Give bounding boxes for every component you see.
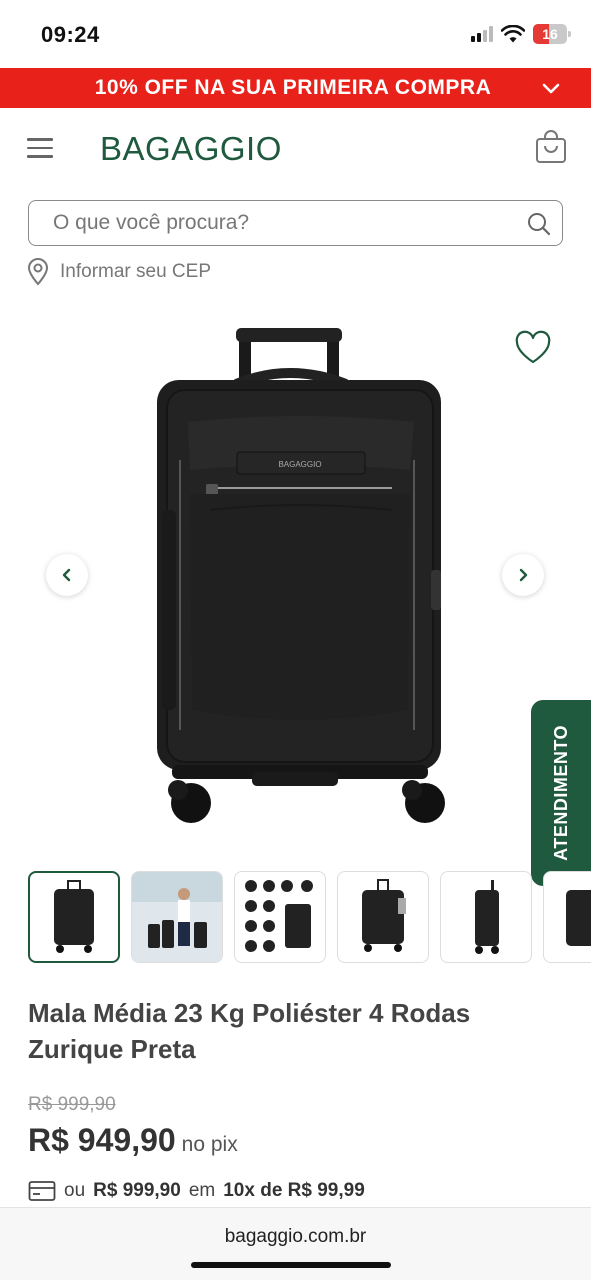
status-bar: 09:24 16: [0, 0, 591, 68]
price-row: R$ 949,90 no pix: [28, 1122, 238, 1159]
battery-icon: 16: [533, 24, 571, 44]
product-title: Mala Média 23 Kg Poliéster 4 Rodas Zuriq…: [28, 998, 471, 1064]
shopping-bag-icon[interactable]: [535, 130, 567, 164]
credit-card-icon: [28, 1181, 56, 1201]
thumbnail-2[interactable]: [131, 871, 223, 963]
logo[interactable]: BAGAGGIO: [100, 130, 282, 168]
installment-prefix: ou: [64, 1180, 86, 1201]
browser-url-bar[interactable]: bagaggio.com.br: [0, 1207, 591, 1280]
chevron-left-icon: [62, 568, 71, 582]
pix-price: R$ 949,90: [28, 1122, 176, 1158]
promo-text: 10% OFF NA SUA PRIMEIRA COMPRA: [94, 76, 492, 99]
wifi-icon: [501, 25, 525, 43]
support-tab[interactable]: ATENDIMENTO: [531, 700, 591, 886]
luggage-brand-tag: BAGAGGIO: [278, 460, 321, 469]
status-time: 09:24: [41, 22, 100, 47]
heart-icon[interactable]: [514, 330, 552, 366]
support-label: ATENDIMENTO: [550, 725, 571, 861]
url-text: bagaggio.com.br: [224, 1226, 367, 1247]
site-header: BAGAGGIO: [0, 108, 591, 190]
promo-banner[interactable]: 10% OFF NA SUA PRIMEIRA COMPRA: [0, 68, 591, 108]
signal-icon: [471, 26, 493, 42]
search-icon[interactable]: [526, 211, 552, 237]
chevron-down-icon[interactable]: [541, 78, 561, 98]
menu-icon[interactable]: [27, 138, 53, 158]
gallery-prev-button[interactable]: [46, 554, 88, 596]
search-bar: [28, 200, 563, 246]
cep-link[interactable]: Informar seu CEP: [26, 258, 211, 286]
thumbnail-4[interactable]: [337, 871, 429, 963]
installment-total: R$ 999,90: [93, 1180, 181, 1201]
old-price: R$ 999,90: [28, 1094, 116, 1115]
cep-label: Informar seu CEP: [60, 261, 211, 282]
search-input[interactable]: [53, 210, 503, 236]
pix-label: no pix: [181, 1133, 238, 1156]
installment-info: ou R$ 999,90 em 10x de R$ 99,99: [28, 1180, 365, 1202]
thumbnail-6[interactable]: [543, 871, 591, 963]
thumbnail-1[interactable]: [28, 871, 120, 963]
home-indicator: [191, 1262, 391, 1268]
battery-level: 16: [542, 26, 558, 42]
installment-mid: em: [188, 1180, 216, 1201]
thumbnail-5[interactable]: [440, 871, 532, 963]
status-icons: 16: [471, 24, 571, 44]
thumbnail-strip: [28, 871, 591, 963]
chevron-right-icon: [519, 568, 528, 582]
gallery-next-button[interactable]: [502, 554, 544, 596]
location-pin-icon: [27, 258, 49, 286]
thumbnail-3[interactable]: [234, 871, 326, 963]
installment-plan: 10x de R$ 99,99: [223, 1180, 365, 1201]
